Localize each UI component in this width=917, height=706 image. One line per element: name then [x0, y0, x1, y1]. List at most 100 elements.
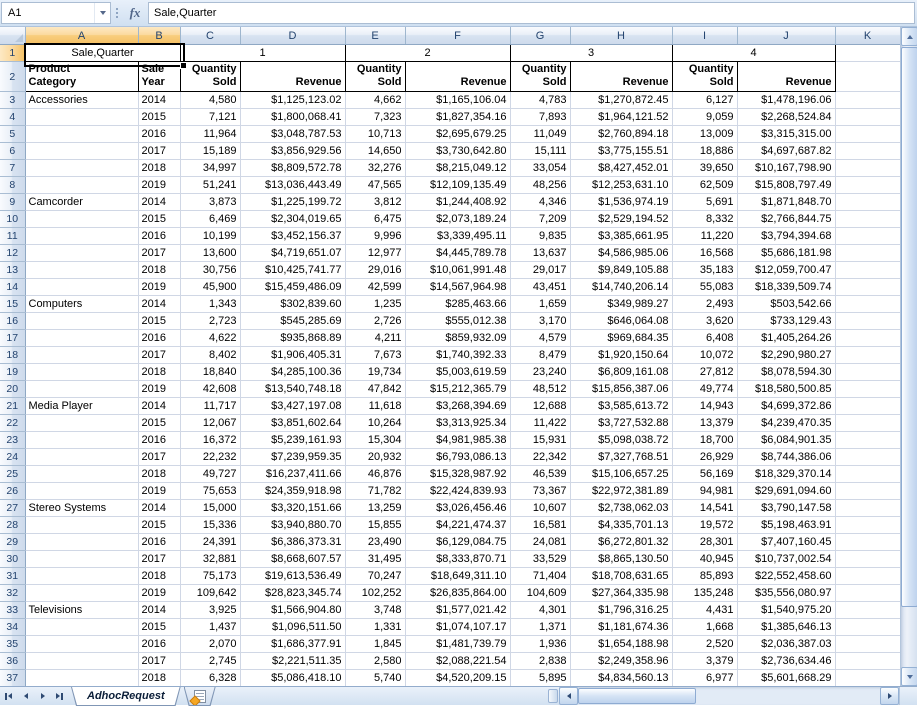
cell-B30[interactable]: 2017 — [138, 551, 180, 568]
cell-C4[interactable]: 7,121 — [180, 109, 240, 126]
cell-I2[interactable]: Quantity Sold — [672, 62, 737, 92]
cell-D13[interactable]: $10,425,741.77 — [240, 262, 345, 279]
cell-F6[interactable]: $3,730,642.80 — [405, 143, 510, 160]
cell-I19[interactable]: 27,812 — [672, 364, 737, 381]
cell-B16[interactable]: 2015 — [138, 313, 180, 330]
cell-A21[interactable]: Media Player — [25, 398, 138, 415]
cell-C28[interactable]: 15,336 — [180, 517, 240, 534]
cell-J2[interactable]: Revenue — [737, 62, 835, 92]
cell-E24[interactable]: 20,932 — [345, 449, 405, 466]
cell-E14[interactable]: 42,599 — [345, 279, 405, 296]
cell-D30[interactable]: $8,668,607.57 — [240, 551, 345, 568]
next-sheet-button[interactable] — [34, 687, 51, 705]
cell-E32[interactable]: 102,252 — [345, 585, 405, 602]
formula-bar-splitter[interactable] — [111, 3, 122, 23]
vertical-scroll-track[interactable] — [901, 608, 917, 667]
cell-J20[interactable]: $18,580,500.85 — [737, 381, 835, 398]
cell-D12[interactable]: $4,719,651.07 — [240, 245, 345, 262]
row-header-5[interactable]: 5 — [0, 126, 25, 143]
cell-E10[interactable]: 6,475 — [345, 211, 405, 228]
cell-I31[interactable]: 85,893 — [672, 568, 737, 585]
row-header-9[interactable]: 9 — [0, 194, 25, 211]
cell-G12[interactable]: 13,637 — [510, 245, 570, 262]
cell-B13[interactable]: 2018 — [138, 262, 180, 279]
cell-I36[interactable]: 3,379 — [672, 653, 737, 670]
column-header-B[interactable]: B — [138, 27, 180, 45]
cell-K23[interactable] — [835, 432, 900, 449]
cell-A28[interactable] — [25, 517, 138, 534]
cell-E11[interactable]: 9,996 — [345, 228, 405, 245]
cell-A20[interactable] — [25, 381, 138, 398]
cell-J27[interactable]: $3,790,147.58 — [737, 500, 835, 517]
cell-D33[interactable]: $1,566,904.80 — [240, 602, 345, 619]
cell-K35[interactable] — [835, 636, 900, 653]
cell-D18[interactable]: $1,906,405.31 — [240, 347, 345, 364]
cell-E27[interactable]: 13,259 — [345, 500, 405, 517]
cell-I9[interactable]: 5,691 — [672, 194, 737, 211]
cell-E6[interactable]: 14,650 — [345, 143, 405, 160]
cell-E19[interactable]: 19,734 — [345, 364, 405, 381]
cell-A12[interactable] — [25, 245, 138, 262]
cell-E36[interactable]: 2,580 — [345, 653, 405, 670]
cell-H2[interactable]: Revenue — [570, 62, 672, 92]
cell-E2[interactable]: Quantity Sold — [345, 62, 405, 92]
cell-K2[interactable] — [835, 62, 900, 92]
cell-F18[interactable]: $1,740,392.33 — [405, 347, 510, 364]
cell-J37[interactable]: $5,601,668.29 — [737, 670, 835, 687]
cell-F24[interactable]: $6,793,086.13 — [405, 449, 510, 466]
cell-J35[interactable]: $2,036,387.03 — [737, 636, 835, 653]
cell-D22[interactable]: $3,851,602.64 — [240, 415, 345, 432]
cell-B22[interactable]: 2015 — [138, 415, 180, 432]
cell-J12[interactable]: $5,686,181.98 — [737, 245, 835, 262]
cell-A31[interactable] — [25, 568, 138, 585]
cell-H9[interactable]: $1,536,974.19 — [570, 194, 672, 211]
formula-input[interactable]: Sale,Quarter — [148, 2, 915, 24]
cell-K26[interactable] — [835, 483, 900, 500]
cell-C13[interactable]: 30,756 — [180, 262, 240, 279]
cell-J32[interactable]: $35,556,080.97 — [737, 585, 835, 602]
cell-E22[interactable]: 10,264 — [345, 415, 405, 432]
row-header-13[interactable]: 13 — [0, 262, 25, 279]
cell-F26[interactable]: $22,424,839.93 — [405, 483, 510, 500]
horizontal-scroll-thumb[interactable] — [578, 688, 696, 704]
fill-handle[interactable] — [180, 62, 187, 69]
row-header-32[interactable]: 32 — [0, 585, 25, 602]
cell-F28[interactable]: $4,221,474.37 — [405, 517, 510, 534]
cell-C37[interactable]: 6,328 — [180, 670, 240, 687]
cell-E25[interactable]: 46,876 — [345, 466, 405, 483]
cell-F15[interactable]: $285,463.66 — [405, 296, 510, 313]
cell-G19[interactable]: 23,240 — [510, 364, 570, 381]
cell-D37[interactable]: $5,086,418.10 — [240, 670, 345, 687]
cell-A3[interactable]: Accessories — [25, 92, 138, 109]
cell-H36[interactable]: $2,249,358.96 — [570, 653, 672, 670]
cell-A9[interactable]: Camcorder — [25, 194, 138, 211]
cell-A26[interactable] — [25, 483, 138, 500]
cell-A24[interactable] — [25, 449, 138, 466]
cell-C27[interactable]: 15,000 — [180, 500, 240, 517]
cell-J23[interactable]: $6,084,901.35 — [737, 432, 835, 449]
cell-H18[interactable]: $1,920,150.64 — [570, 347, 672, 364]
cell-J29[interactable]: $7,407,160.45 — [737, 534, 835, 551]
cell-A25[interactable] — [25, 466, 138, 483]
cell-B18[interactable]: 2017 — [138, 347, 180, 364]
column-header-E[interactable]: E — [345, 27, 405, 45]
cell-J34[interactable]: $1,385,646.13 — [737, 619, 835, 636]
cell-G29[interactable]: 24,081 — [510, 534, 570, 551]
cell-E12[interactable]: 12,977 — [345, 245, 405, 262]
cell-K34[interactable] — [835, 619, 900, 636]
row-header-7[interactable]: 7 — [0, 160, 25, 177]
cell-G35[interactable]: 1,936 — [510, 636, 570, 653]
cell-E18[interactable]: 7,673 — [345, 347, 405, 364]
cell-K32[interactable] — [835, 585, 900, 602]
row-header-12[interactable]: 12 — [0, 245, 25, 262]
chevron-down-icon[interactable] — [94, 3, 110, 23]
cell-B19[interactable]: 2018 — [138, 364, 180, 381]
cell-B4[interactable]: 2015 — [138, 109, 180, 126]
cell-J14[interactable]: $18,339,509.74 — [737, 279, 835, 296]
cell-J21[interactable]: $4,699,372.86 — [737, 398, 835, 415]
cell-E3[interactable]: 4,662 — [345, 92, 405, 109]
cell-F8[interactable]: $12,109,135.49 — [405, 177, 510, 194]
cell-B37[interactable]: 2018 — [138, 670, 180, 687]
cell-B10[interactable]: 2015 — [138, 211, 180, 228]
row-header-27[interactable]: 27 — [0, 500, 25, 517]
